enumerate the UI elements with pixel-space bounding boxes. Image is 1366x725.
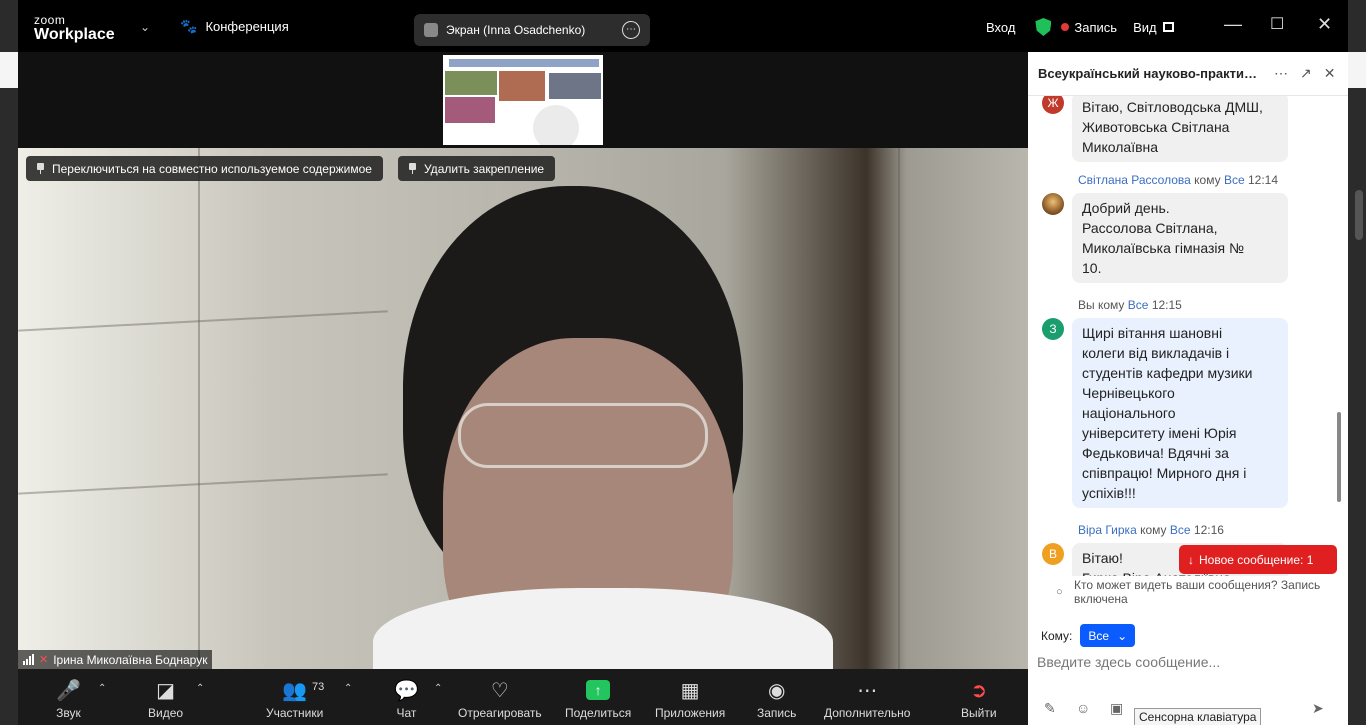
chat-header: Всеукраїнський науково-практич... ⋯ ↗ ✕ xyxy=(1028,52,1348,96)
more-circle-icon: ⋯ xyxy=(857,679,878,702)
participant-glasses xyxy=(458,403,708,468)
more-horizontal-icon[interactable]: ⋯ xyxy=(622,21,640,39)
conference-label: Конференция xyxy=(205,19,289,34)
participant-video: Переключиться на совместно используемое … xyxy=(18,148,1028,669)
recipient-row: Кому: Все ⌄ xyxy=(1041,624,1136,647)
desktop-background-left xyxy=(0,0,18,725)
more-button[interactable]: ⋯ Дополнительно xyxy=(824,677,910,721)
send-icon[interactable]: ➤ xyxy=(1312,700,1324,717)
chevron-down-icon: ⌄ xyxy=(1117,628,1128,643)
privacy-notice[interactable]: Кто может видеть ваши сообщения? Запись … xyxy=(1074,578,1336,606)
new-message-button[interactable]: ↓ Новое сообщение: 1 xyxy=(1179,545,1337,574)
view-button[interactable]: Вид xyxy=(1133,20,1157,35)
avatar: З xyxy=(1042,318,1064,340)
react-button[interactable]: ♡ Отреагировать xyxy=(458,677,542,721)
screen-share-label: Экран (Inna Osadchenko) xyxy=(446,23,586,37)
chat-options-caret-icon[interactable]: ⌃ xyxy=(434,683,442,694)
participants-count: 73 xyxy=(312,681,325,693)
shared-content-strip xyxy=(18,52,1028,148)
switch-to-shared-content-button[interactable]: Переключиться на совместно используемое … xyxy=(26,156,383,181)
shared-screen-thumbnail[interactable] xyxy=(443,55,603,145)
message-meta: Світлана Рассолова кому Все 12:14 xyxy=(1078,173,1279,187)
recipient-value: Все xyxy=(1088,628,1110,643)
gallery-view-icon[interactable] xyxy=(1162,22,1174,32)
message-bubble: Вітаю, Світловодська ДМШ, Животовська Св… xyxy=(1072,96,1288,162)
maximize-icon[interactable]: ☐ xyxy=(1270,14,1284,34)
recording-label[interactable]: Запись xyxy=(1074,20,1117,35)
emoji-icon[interactable]: ☺ xyxy=(1076,700,1090,716)
participant-name: Ірина Миколаївна Боднарук xyxy=(53,652,208,667)
avatar xyxy=(1042,193,1064,215)
new-message-label: Новое сообщение: 1 xyxy=(1199,552,1314,567)
pin-icon xyxy=(409,163,416,174)
record-button[interactable]: ◉ Запись xyxy=(757,677,796,721)
arrow-down-icon: ↓ xyxy=(1188,552,1194,567)
apps-button[interactable]: ▦ Приложения xyxy=(655,677,725,721)
mic-muted-icon: ✕ xyxy=(39,654,49,666)
presenter-avatar xyxy=(424,23,438,37)
message-bubble: Добрий день. Рассолова Світлана, Миколаї… xyxy=(1072,193,1288,283)
more-horizontal-icon[interactable]: ⋯ xyxy=(1274,65,1288,82)
shield-check-icon[interactable] xyxy=(1035,18,1052,36)
signal-strength-icon xyxy=(23,654,34,665)
message-meta: Вы кому Все 12:15 xyxy=(1078,298,1182,312)
desktop-background-right xyxy=(1348,0,1366,725)
conference-button[interactable]: 🐾 Конференция xyxy=(180,18,289,35)
pin-icon xyxy=(37,163,44,174)
format-icon[interactable]: ✎ xyxy=(1044,700,1056,717)
heart-icon: ♡ xyxy=(490,679,509,702)
message-bubble: Щирі вітання шановні колеги від викладач… xyxy=(1072,318,1288,508)
title-bar: zoom Workplace ⌄ 🐾 Конференция Экран (In… xyxy=(18,0,1348,52)
minimize-icon[interactable]: — xyxy=(1224,14,1242,35)
unpin-button[interactable]: Удалить закрепление xyxy=(398,156,556,181)
meeting-toolbar: 🎤 Звук ⌃ ◪ Видео ⌃ 👥 Участники 73 ⌃ 💬 Ча… xyxy=(18,669,1028,725)
record-icon: ◉ xyxy=(767,679,786,702)
close-window-icon[interactable]: ✕ xyxy=(1317,14,1332,35)
switch-to-shared-content-label: Переключиться на совместно используемое … xyxy=(52,161,372,176)
mic-off-icon: 🎤 xyxy=(56,679,81,702)
paw-icon: 🐾 xyxy=(180,18,198,34)
signin-button[interactable]: Вход xyxy=(986,20,1015,35)
touch-keyboard-tooltip: Сенсорна клавіатура xyxy=(1134,708,1262,725)
participant-name-tag: ✕ Ірина Миколаївна Боднарук xyxy=(18,650,213,669)
video-options-caret-icon[interactable]: ⌃ xyxy=(196,683,204,694)
chat-bubble-icon: 💬 xyxy=(394,679,419,702)
chat-button[interactable]: 💬 Чат xyxy=(394,677,419,721)
leave-icon: ➲ xyxy=(970,679,988,702)
message-meta: Віра Гирка кому Все 12:16 xyxy=(1078,523,1224,537)
participants-icon: 👥 xyxy=(282,679,308,702)
chat-title: Всеукраїнський науково-практич... xyxy=(1038,66,1262,81)
chevron-down-icon[interactable]: ⌄ xyxy=(140,20,150,34)
chat-scrollbar[interactable] xyxy=(1337,412,1341,502)
record-indicator-icon xyxy=(1061,23,1070,31)
zoom-logo: zoom Workplace xyxy=(34,13,115,43)
participant-shirt xyxy=(373,588,833,669)
leave-button[interactable]: ➲ Выйти xyxy=(961,677,997,721)
screen-share-pill[interactable]: Экран (Inna Osadchenko) ⋯ xyxy=(414,14,650,46)
popout-icon[interactable]: ↗ xyxy=(1300,65,1312,82)
recipient-select[interactable]: Все ⌄ xyxy=(1080,624,1136,647)
participants-options-caret-icon[interactable]: ⌃ xyxy=(344,683,352,694)
close-icon[interactable]: ✕ xyxy=(1324,65,1336,82)
share-screen-icon: ↑ xyxy=(586,680,611,700)
share-screen-button[interactable]: ↑ Поделиться xyxy=(565,677,631,720)
unpin-label: Удалить закрепление xyxy=(424,161,545,176)
video-camera-icon: ◪ xyxy=(156,679,175,702)
audio-button[interactable]: 🎤 Звук xyxy=(56,677,81,721)
chat-panel: Всеукраїнський науково-практич... ⋯ ↗ ✕ … xyxy=(1028,52,1348,725)
chat-message-list[interactable]: Ж Вітаю, Світловодська ДМШ, Животовська … xyxy=(1028,96,1348,576)
video-button[interactable]: ◪ Видео xyxy=(148,677,183,721)
avatar: Ж xyxy=(1042,96,1064,114)
message-input[interactable] xyxy=(1037,650,1337,674)
privacy-user-icon: ○ xyxy=(1056,586,1063,598)
apps-grid-icon: ▦ xyxy=(680,679,700,702)
recipient-label: Кому: xyxy=(1041,628,1073,643)
audio-options-caret-icon[interactable]: ⌃ xyxy=(98,683,106,694)
avatar: В xyxy=(1042,543,1064,565)
file-icon[interactable]: ▣ xyxy=(1110,700,1123,717)
